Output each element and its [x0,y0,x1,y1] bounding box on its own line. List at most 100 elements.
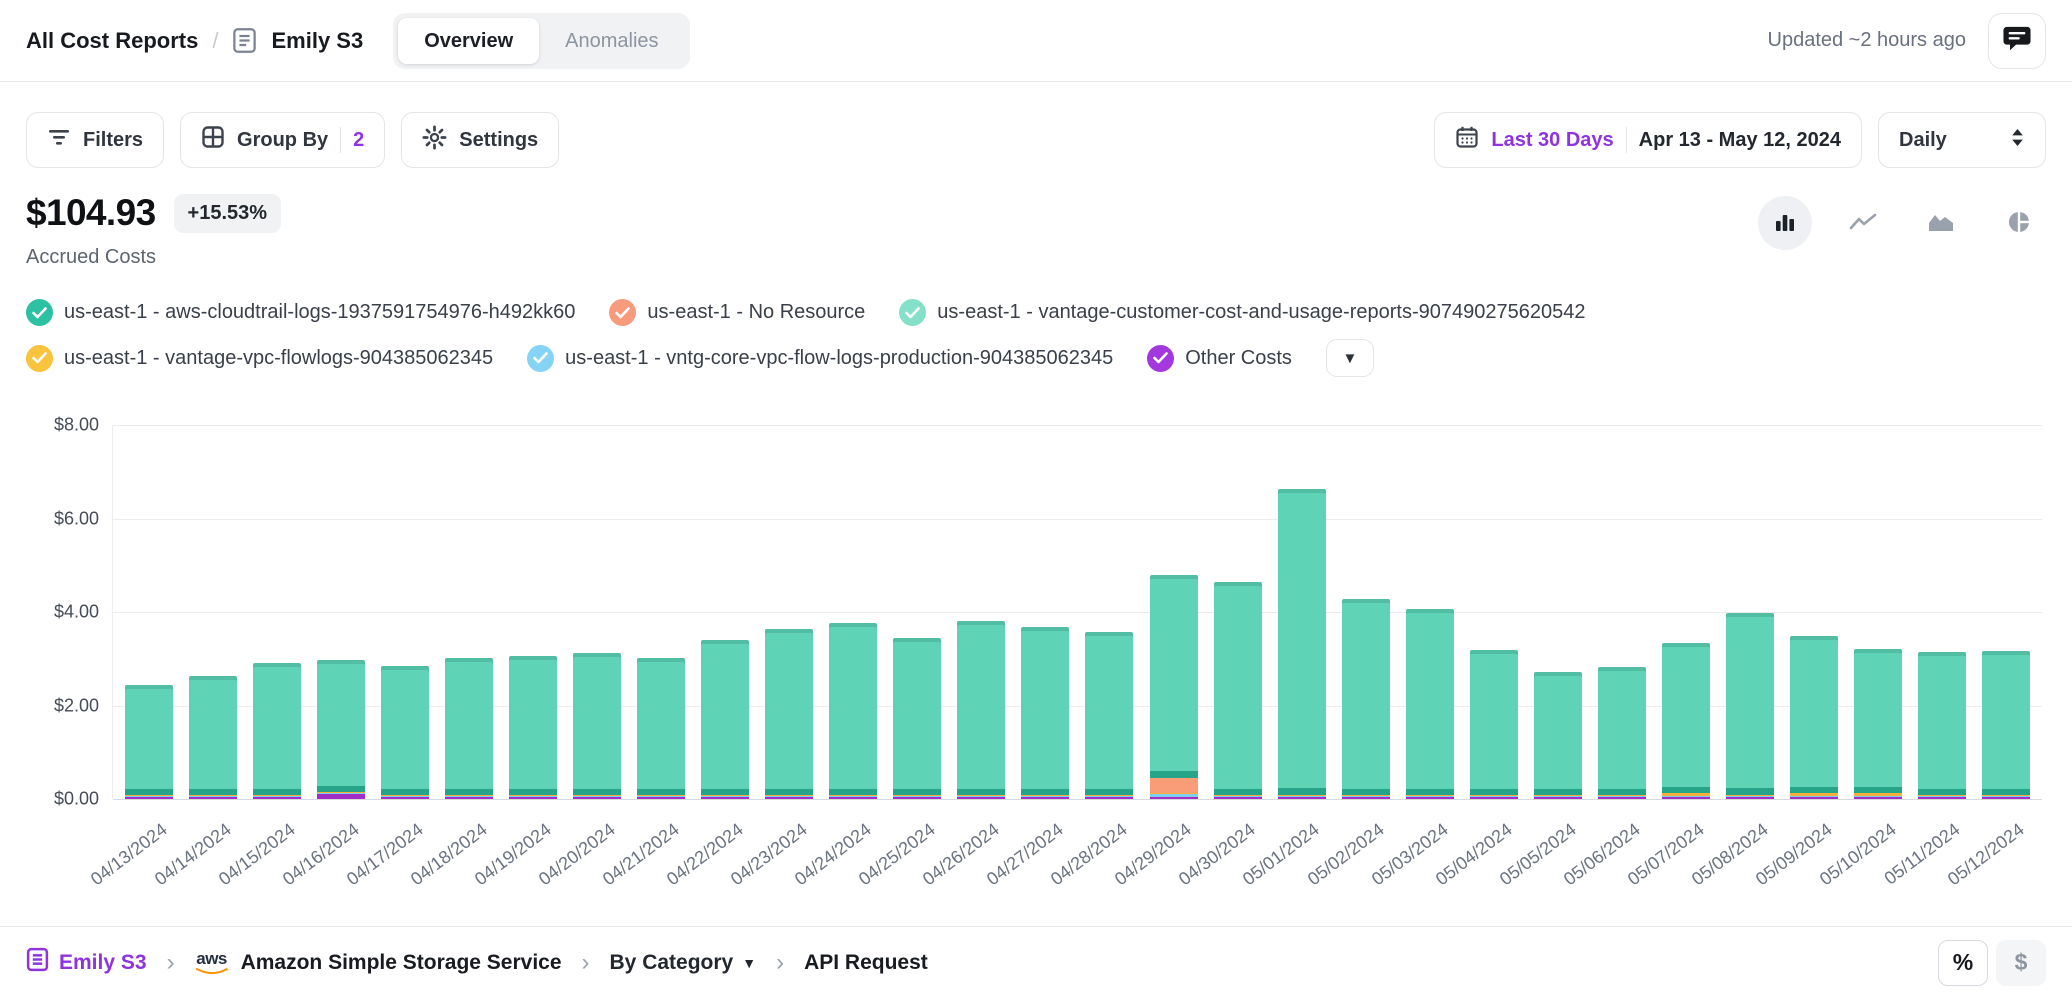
chart-bar[interactable] [445,658,493,799]
bar-segment-reports [1726,788,1774,795]
bar-segment-other [893,797,941,799]
bar-segment-cloudtrail [1982,651,2030,789]
chart-bar[interactable] [1982,651,2030,799]
chart-bar[interactable] [1085,632,1133,799]
chart-bar[interactable] [1278,489,1326,799]
chart-bar[interactable] [125,685,173,799]
bar-segment-cloudtrail [253,663,301,789]
chart-bar[interactable] [1470,650,1518,799]
chart-bar-cell: 04/17/2024 [381,425,429,799]
calendar-icon [1455,125,1479,155]
chart-bar[interactable] [765,629,813,799]
chart-bar[interactable] [1726,613,1774,799]
filters-label: Filters [83,129,143,152]
chart-bar[interactable] [1150,575,1198,799]
chart-bar-cell: 04/28/2024 [1085,425,1133,799]
breadcrumb-root-link[interactable]: All Cost Reports [26,28,198,54]
bar-segment-other [253,797,301,799]
chart-bar-cell: 04/22/2024 [701,425,749,799]
legend-item-no_resource[interactable]: us-east-1 - No Resource [609,299,865,326]
chart-legend: us-east-1 - aws-cloudtrail-logs-19375917… [0,269,2072,377]
bar-segment-cloudtrail [1854,649,1902,787]
chart-bar[interactable] [509,656,557,799]
settings-label: Settings [459,129,538,152]
legend-item-vntg[interactable]: us-east-1 - vntg-core-vpc-flow-logs-prod… [527,345,1113,372]
bar-segment-cloudtrail [1662,643,1710,787]
chart-bar[interactable] [1854,649,1902,799]
chart-bar[interactable] [1598,667,1646,799]
comments-button[interactable] [1988,13,2046,69]
bar-segment-other [317,794,365,799]
bar-segment-reports [1278,788,1326,795]
chart-bar[interactable] [573,653,621,799]
bar-segment-cloudtrail [1598,667,1646,789]
percent-toggle-button[interactable]: % [1938,940,1988,986]
plot-area: $0.00$2.00$4.00$6.00$8.0004/13/202404/14… [112,425,2042,799]
bar-segment-cloudtrail [381,666,429,789]
date-range-button[interactable]: Last 30 Days Apr 13 - May 12, 2024 [1434,112,1862,168]
chart-bar[interactable] [893,638,941,799]
legend-item-reports[interactable]: us-east-1 - vantage-customer-cost-and-us… [899,299,1585,326]
tab-overview[interactable]: Overview [398,18,539,64]
gear-icon [422,125,447,156]
y-axis-label: $6.00 [54,508,99,529]
chart-bar[interactable] [381,666,429,799]
group-by-button[interactable]: Group By 2 [180,112,385,168]
chart-bar[interactable] [1662,643,1710,799]
bar-segment-cloudtrail [1021,627,1069,789]
bar-segment-cloudtrail [765,629,813,789]
footer-grouping-dropdown[interactable]: By Category ▼ [610,951,757,975]
bar-segment-other [1278,797,1326,799]
chart-bar[interactable] [1790,636,1838,799]
chart-bar[interactable] [829,623,877,799]
tab-anomalies[interactable]: Anomalies [539,18,684,64]
chart-bar-cell: 04/21/2024 [637,425,685,799]
chart-bar[interactable] [1918,652,1966,799]
bar-segment-cloudtrail [1150,575,1198,771]
check-circle-icon [26,345,53,372]
chart-bar[interactable] [957,621,1005,799]
footer-report-link[interactable]: Emily S3 [26,947,147,978]
chart-bar[interactable] [189,676,237,799]
bar-segment-other [1790,797,1838,799]
bar-segment-other [1150,797,1198,799]
legend-item-cloudtrail[interactable]: us-east-1 - aws-cloudtrail-logs-19375917… [26,299,575,326]
bar-segment-other [381,797,429,799]
pie-chart-type-button[interactable] [1992,196,2046,250]
y-axis-label: $0.00 [54,789,99,810]
granularity-select[interactable]: Daily [1878,112,2046,168]
bar-segment-other [1021,797,1069,799]
top-header: All Cost Reports / Emily S3 Overview Ano… [0,0,2072,82]
dollar-toggle-button[interactable]: $ [1996,940,2046,986]
legend-more-button[interactable]: ▼ [1326,339,1374,377]
legend-item-label: us-east-1 - No Resource [647,301,865,324]
chart-bar[interactable] [1342,599,1390,799]
filters-button[interactable]: Filters [26,112,164,168]
settings-button[interactable]: Settings [401,112,559,168]
summary-section: $104.93 +15.53% Accrued Costs [0,168,2072,269]
bar-segment-cloudtrail [317,660,365,786]
bar-segment-other [1342,797,1390,799]
legend-item-label: us-east-1 - vntg-core-vpc-flow-logs-prod… [565,347,1113,370]
bars-container: 04/13/202404/14/202404/15/202404/16/2024… [113,425,2042,799]
bar-segment-cloudtrail [445,658,493,789]
chart-bar[interactable] [701,640,749,799]
chart-bar[interactable] [1021,627,1069,799]
chart-bar[interactable] [1534,672,1582,799]
line-chart-type-button[interactable] [1836,196,1890,250]
chart-bar[interactable] [637,658,685,799]
chart-bar-cell: 04/23/2024 [765,425,813,799]
chart-bar[interactable] [253,663,301,799]
bar-segment-other [637,797,685,799]
chart-bar[interactable] [317,660,365,799]
chart-bar[interactable] [1214,582,1262,799]
legend-item-other[interactable]: Other Costs [1147,345,1292,372]
bar-segment-no_resource [1150,778,1198,794]
chart-bar[interactable] [1406,609,1454,799]
bar-segment-other [573,797,621,799]
chart-bar-cell: 05/01/2024 [1278,425,1326,799]
bar-chart-type-button[interactable] [1758,196,1812,250]
legend-item-flowlogs[interactable]: us-east-1 - vantage-vpc-flowlogs-9043850… [26,345,493,372]
chart-bar-cell: 04/18/2024 [445,425,493,799]
area-chart-type-button[interactable] [1914,196,1968,250]
